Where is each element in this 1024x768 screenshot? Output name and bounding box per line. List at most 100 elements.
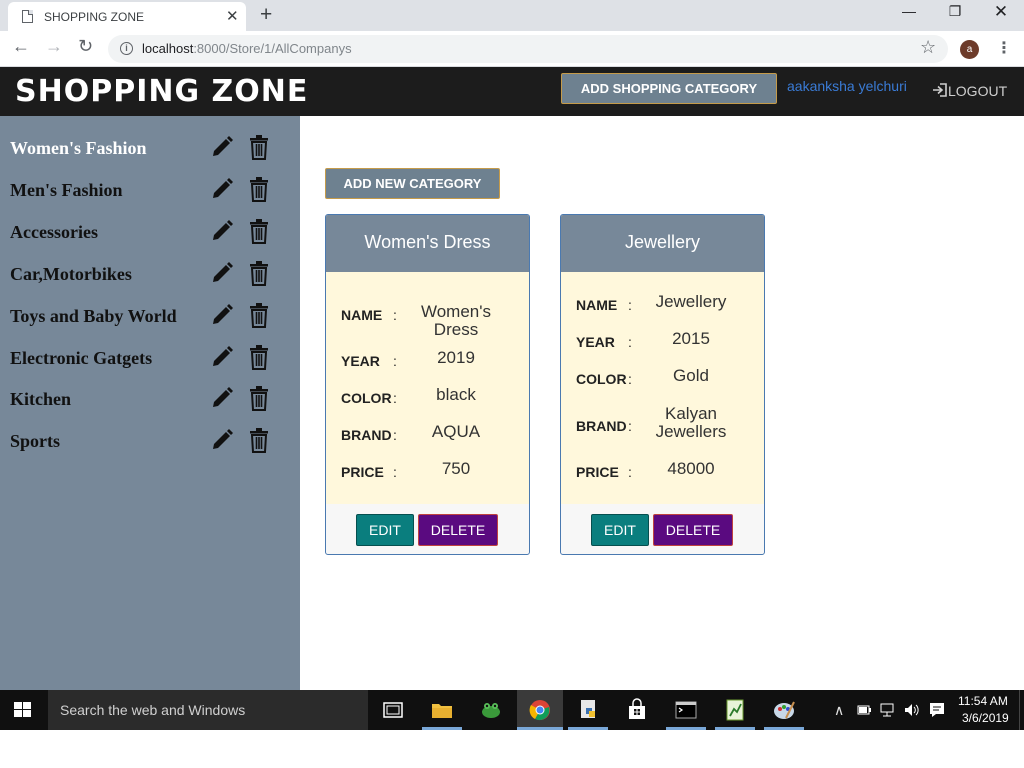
close-window-button[interactable]: ✕ (978, 2, 1024, 22)
delete-button[interactable]: DELETE (418, 514, 498, 546)
trash-icon[interactable] (248, 427, 270, 453)
brand-value: Kalyan Jewellers (655, 404, 727, 441)
colon: : (393, 427, 397, 443)
pencil-icon[interactable] (210, 134, 234, 160)
add-new-category-button[interactable]: ADD NEW CATEGORY (325, 168, 500, 199)
browser-tab[interactable]: SHOPPING ZONE ✕ (8, 2, 246, 31)
show-desktop-button[interactable] (1019, 690, 1024, 730)
url-path: :8000/Store/1/AllCompanys (193, 41, 352, 56)
product-card: Jewellery NAME : Jewellery YEAR : 2015 C… (560, 214, 765, 555)
pencil-icon[interactable] (210, 176, 234, 202)
sidebar-item-mens-fashion[interactable]: Men's Fashion (10, 177, 290, 210)
trash-icon[interactable] (248, 302, 270, 328)
sidebar-item-womens-fashion[interactable]: Women's Fashion (10, 135, 290, 168)
pencil-icon[interactable] (210, 427, 234, 453)
trash-icon[interactable] (248, 260, 270, 286)
store-bag-icon[interactable] (625, 698, 649, 722)
page-icon (22, 10, 33, 23)
sidebar-item-label: Electronic Gatgets (10, 348, 153, 368)
new-tab-button[interactable]: + (260, 3, 272, 27)
year-label: YEAR (576, 334, 615, 350)
reload-icon[interactable]: ↻ (78, 36, 93, 57)
notepad-chart-icon[interactable] (723, 698, 747, 722)
network-icon[interactable] (879, 702, 897, 718)
sidebar-item-label: Toys and Baby World (10, 306, 177, 326)
price-value: 750 (441, 459, 471, 478)
terminal-icon[interactable] (674, 698, 698, 722)
name-value: Jewellery (655, 292, 727, 311)
forward-icon[interactable]: → (45, 36, 63, 57)
colon: : (628, 371, 632, 387)
chrome-icon[interactable] (528, 698, 552, 722)
minimize-button[interactable]: — (886, 3, 932, 19)
brand-label: BRAND (341, 427, 392, 443)
category-sidebar: Women's Fashion Men's Fashion Accessorie… (0, 116, 300, 690)
user-name-link[interactable]: aakanksha yelchuri (787, 78, 907, 94)
sidebar-item-sports[interactable]: Sports (10, 428, 290, 461)
volume-icon[interactable] (903, 702, 921, 718)
pencil-icon[interactable] (210, 385, 234, 411)
price-value: 48000 (667, 459, 715, 478)
clock-time[interactable]: 11:54 AM (958, 694, 1008, 708)
trash-icon[interactable] (248, 176, 270, 202)
blank-area (0, 730, 1024, 768)
back-icon[interactable]: ← (12, 36, 30, 57)
info-icon[interactable]: i (120, 42, 133, 55)
sidebar-item-accessories[interactable]: Accessories (10, 219, 290, 252)
app-header: SHOPPING ZONE ADD SHOPPING CATEGORY aaka… (0, 67, 1024, 116)
pencil-icon[interactable] (210, 344, 234, 370)
profile-avatar[interactable]: a (960, 40, 979, 59)
trash-icon[interactable] (248, 344, 270, 370)
logout-label: LOGOUT (948, 83, 1008, 99)
sidebar-item-toys-baby-world[interactable]: Toys and Baby World (10, 303, 290, 336)
paint-icon[interactable] (772, 698, 796, 722)
name-label: NAME (576, 297, 618, 313)
price-label: PRICE (341, 464, 384, 480)
frog-app-icon[interactable] (479, 698, 503, 722)
close-tab-icon[interactable]: ✕ (226, 7, 239, 25)
clock-date[interactable]: 3/6/2019 (962, 711, 1009, 725)
sidebar-item-electronic-gatgets[interactable]: Electronic Gatgets (10, 345, 290, 378)
battery-icon[interactable] (856, 702, 872, 718)
sidebar-item-kitchen[interactable]: Kitchen (10, 386, 290, 419)
pencil-icon[interactable] (210, 218, 234, 244)
delete-button[interactable]: DELETE (653, 514, 733, 546)
windows-start-icon[interactable] (14, 702, 32, 718)
trash-icon[interactable] (248, 385, 270, 411)
product-card: Women's Dress NAME : Women's Dress YEAR … (325, 214, 530, 555)
chevron-up-icon[interactable]: ∧ (834, 702, 844, 719)
card-body: NAME : Women's Dress YEAR : 2019 COLOR :… (326, 272, 529, 504)
sidebar-item-label: Car,Motorbikes (10, 264, 132, 284)
colon: : (393, 464, 397, 480)
edit-button[interactable]: EDIT (356, 514, 414, 546)
taskbar-search-input[interactable]: Search the web and Windows (48, 690, 368, 730)
year-value: 2019 (437, 348, 475, 367)
tab-title: SHOPPING ZONE (44, 10, 145, 24)
trash-icon[interactable] (248, 134, 270, 160)
logout-button[interactable]: LOGOUT (932, 83, 1007, 99)
task-view-icon[interactable] (381, 698, 405, 722)
python-file-icon[interactable] (577, 698, 601, 722)
colon: : (393, 307, 397, 323)
edit-button[interactable]: EDIT (591, 514, 649, 546)
color-value: Gold (673, 366, 709, 385)
maximize-button[interactable]: ❐ (932, 3, 978, 20)
pencil-icon[interactable] (210, 260, 234, 286)
notification-icon[interactable] (928, 701, 946, 719)
sidebar-item-label: Accessories (10, 222, 98, 242)
menu-kebab-icon[interactable]: ⋮ (996, 38, 1012, 58)
trash-icon[interactable] (248, 218, 270, 244)
card-actions: EDIT DELETE (561, 504, 764, 554)
address-bar[interactable]: i localhost:8000/Store/1/AllCompanys ☆ (108, 35, 948, 63)
screen: SHOPPING ZONE ✕ + — ❐ ✕ ← → ↻ i localhos… (0, 0, 1024, 768)
pencil-icon[interactable] (210, 302, 234, 328)
add-shopping-category-button[interactable]: ADD SHOPPING CATEGORY (561, 73, 777, 104)
name-value: Women's Dress (420, 302, 491, 339)
price-label: PRICE (576, 464, 619, 480)
file-explorer-icon[interactable] (430, 698, 454, 722)
brand-logo: SHOPPING ZONE (15, 74, 309, 109)
bookmark-star-icon[interactable]: ☆ (920, 37, 936, 58)
brand-value: AQUA (431, 422, 481, 441)
sidebar-item-car-motorbikes[interactable]: Car,Motorbikes (10, 261, 290, 294)
url-text: localhost:8000/Store/1/AllCompanys (142, 41, 352, 56)
